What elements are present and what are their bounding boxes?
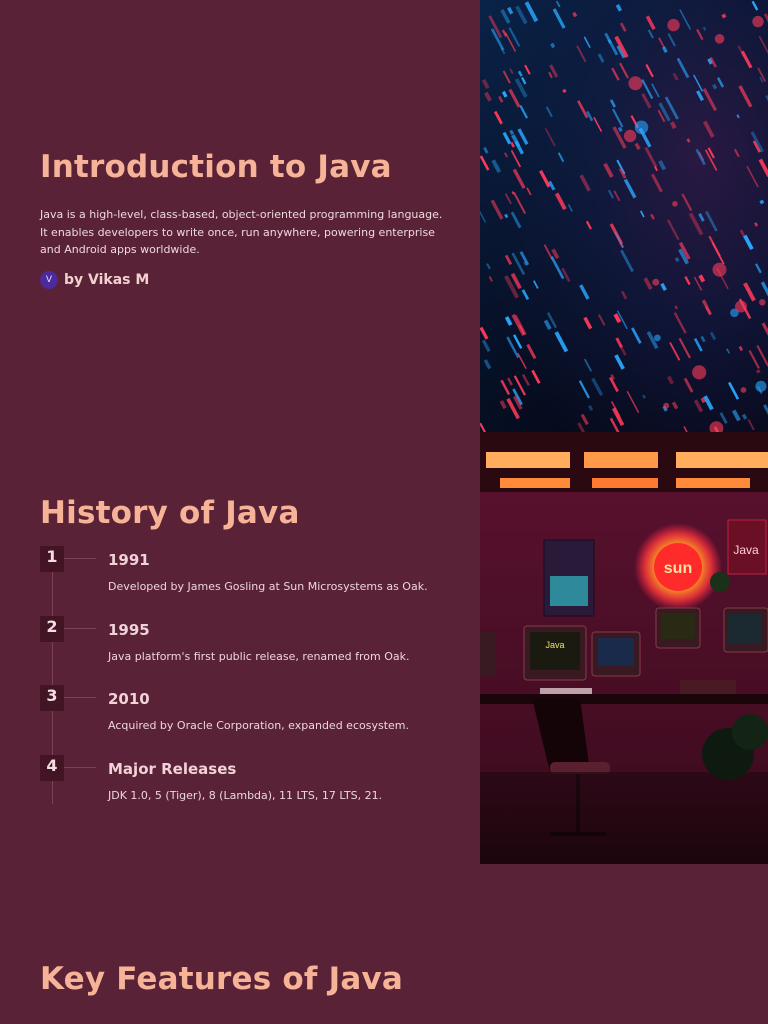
author-line: V by Vikas M (40, 270, 450, 289)
timeline-description: Developed by James Gosling at Sun Micros… (108, 580, 428, 593)
timeline-item: 4 Major Releases JDK 1.0, 5 (Tiger), 8 (… (40, 755, 460, 815)
timeline-number: 2 (40, 616, 64, 642)
features-section: Key Features of Java (40, 960, 403, 998)
bokeh-light (755, 380, 767, 392)
slide-page: Introduction to Java Java is a high-leve… (0, 0, 768, 1024)
bokeh-light (623, 129, 637, 143)
code-streams-image (480, 0, 768, 432)
timeline-item: 2 1995 Java platform's first public rele… (40, 616, 460, 676)
timeline-heading: 1995 (108, 621, 150, 639)
intro-title: Introduction to Java (40, 149, 392, 185)
bokeh-light (672, 201, 678, 207)
timeline-item: 1 1991 Developed by James Gosling at Sun… (40, 546, 460, 606)
svg-text:sun: sun (664, 560, 692, 577)
timeline-number: 1 (40, 546, 64, 572)
code-streams-illustration (480, 0, 768, 432)
timeline-number: 3 (40, 685, 64, 711)
history-title: History of Java (40, 495, 300, 531)
bokeh-light (628, 76, 643, 91)
timeline-number: 4 (40, 755, 64, 781)
bokeh-light (759, 299, 766, 306)
author-name: by Vikas M (64, 271, 150, 288)
avatar: V (40, 270, 58, 289)
bokeh-light (735, 300, 747, 313)
timeline-connector (64, 628, 96, 629)
svg-text:Java: Java (545, 640, 564, 650)
history-section: History of Java (40, 494, 460, 532)
bokeh-light (740, 387, 747, 393)
bokeh-light (634, 120, 649, 135)
bokeh-light (654, 334, 661, 342)
timeline-heading: 2010 (108, 690, 150, 708)
bokeh-light (692, 365, 707, 380)
timeline-item: 3 2010 Acquired by Oracle Corporation, e… (40, 685, 460, 745)
intro-description: Java is a high-level, class-based, objec… (40, 208, 443, 256)
timeline-description: Java platform's first public release, re… (108, 650, 410, 663)
timeline-connector (64, 767, 96, 768)
bokeh-light (667, 18, 680, 32)
timeline-description: Acquired by Oracle Corporation, expanded… (108, 719, 409, 732)
features-title: Key Features of Java (40, 961, 403, 997)
svg-text:Java: Java (733, 543, 759, 557)
timeline-heading: Major Releases (108, 760, 237, 778)
timeline-heading: 1991 (108, 551, 150, 569)
bokeh-light (652, 278, 660, 286)
bokeh-light (712, 262, 727, 277)
retro-office-image: sun Java Java (480, 432, 768, 864)
intro-section: Introduction to Java Java is a high-leve… (40, 148, 450, 289)
bokeh-light (663, 402, 670, 409)
timeline-description: JDK 1.0, 5 (Tiger), 8 (Lambda), 11 LTS, … (108, 789, 383, 802)
timeline-connector (64, 558, 96, 559)
bokeh-light (752, 15, 764, 28)
timeline-connector (64, 697, 96, 698)
retro-office-illustration: sun Java Java (480, 432, 768, 864)
bokeh-light (714, 34, 725, 44)
